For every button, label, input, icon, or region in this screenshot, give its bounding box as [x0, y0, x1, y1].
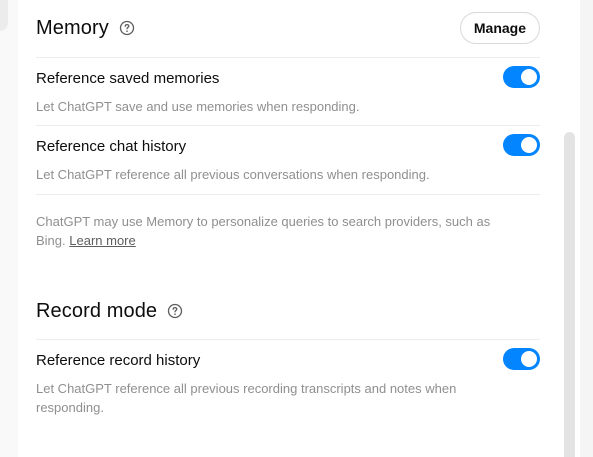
question-circle-icon[interactable]: [167, 303, 183, 319]
setting-label: Reference saved memories: [36, 70, 220, 87]
reference-saved-memories-toggle[interactable]: [503, 66, 540, 88]
settings-panel: Memory Manage Reference saved memories L…: [18, 0, 580, 457]
setting-description: Let ChatGPT save and use memories when r…: [36, 99, 360, 114]
record-mode-title: Record mode: [36, 299, 158, 322]
setting-description: Let ChatGPT reference all previous conve…: [36, 167, 430, 182]
scrollbar[interactable]: [564, 132, 575, 457]
toggle-knob: [521, 69, 537, 85]
record-mode-section-header: Record mode: [36, 291, 540, 331]
question-circle-icon[interactable]: [119, 20, 135, 36]
memory-title: Memory: [36, 16, 109, 39]
toggle-knob: [521, 351, 537, 367]
sidebar-edge: [0, 0, 8, 31]
setting-label: Reference record history: [36, 352, 201, 369]
setting-description: Let ChatGPT reference all previous recor…: [36, 381, 457, 415]
divider: [36, 125, 540, 126]
reference-chat-history-toggle[interactable]: [503, 134, 540, 156]
manage-button[interactable]: Manage: [459, 12, 540, 44]
right-background: [580, 0, 593, 457]
divider: [36, 194, 540, 195]
memory-note: ChatGPT may use Memory to personalize qu…: [36, 212, 496, 250]
learn-more-link[interactable]: Learn more: [69, 233, 135, 248]
memory-section-header: Memory Manage: [36, 8, 540, 48]
divider: [36, 57, 540, 58]
setting-label: Reference chat history: [36, 138, 187, 155]
toggle-knob: [521, 137, 537, 153]
divider: [36, 339, 540, 340]
reference-record-history-toggle[interactable]: [503, 348, 540, 370]
left-background: [0, 0, 18, 457]
